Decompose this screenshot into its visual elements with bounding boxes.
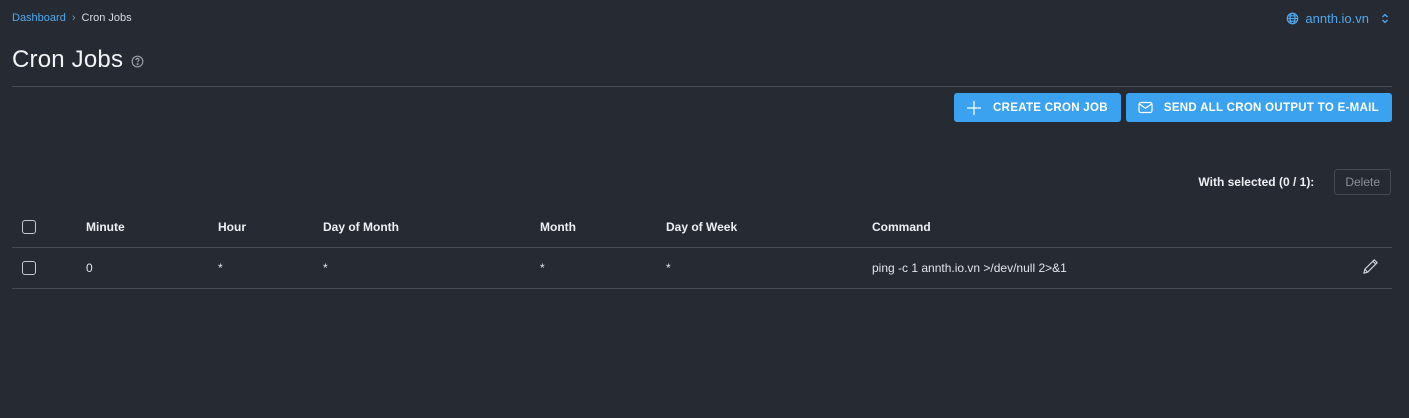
column-header-day-of-week[interactable]: Day of Week	[666, 207, 737, 247]
create-cron-job-button[interactable]: CREATE CRON JOB	[954, 93, 1121, 122]
action-buttons: CREATE CRON JOB SEND ALL CRON OUTPUT TO …	[954, 93, 1392, 122]
cell-day-of-month: *	[323, 261, 328, 275]
delete-button[interactable]: Delete	[1334, 169, 1391, 195]
row-select-cell	[22, 248, 36, 288]
edit-cron-job-button[interactable]	[1361, 248, 1380, 288]
select-all-checkbox[interactable]	[22, 220, 36, 234]
breadcrumb-dashboard-link[interactable]: Dashboard	[12, 12, 66, 24]
column-header-day-of-month[interactable]: Day of Month	[323, 207, 399, 247]
column-header-hour[interactable]: Hour	[218, 207, 246, 247]
send-cron-output-email-label: SEND ALL CRON OUTPUT TO E-MAIL	[1163, 101, 1379, 114]
page-title-wrap: Cron Jobs	[12, 46, 144, 74]
cron-jobs-table: Minute Hour Day of Month Month Day of We…	[12, 207, 1392, 289]
cell-minute: 0	[86, 261, 93, 275]
page-title: Cron Jobs	[12, 46, 124, 73]
cell-hour: *	[218, 261, 223, 275]
table-header-row: Minute Hour Day of Month Month Day of We…	[12, 207, 1392, 248]
with-selected-label: With selected (0 / 1):	[1198, 175, 1315, 189]
column-header-minute[interactable]: Minute	[86, 207, 125, 247]
envelope-icon	[1138, 101, 1153, 114]
pencil-icon	[1361, 257, 1380, 279]
bulk-actions: With selected (0 / 1): Delete	[1198, 169, 1391, 195]
breadcrumb-current: Cron Jobs	[81, 12, 132, 24]
breadcrumb: Dashboard › Cron Jobs	[12, 12, 132, 24]
cell-month: *	[540, 261, 545, 275]
help-circle-icon[interactable]	[131, 55, 144, 68]
globe-icon	[1286, 12, 1299, 25]
create-cron-job-label: CREATE CRON JOB	[993, 101, 1108, 114]
select-all-cell	[22, 207, 36, 247]
column-header-month[interactable]: Month	[540, 207, 576, 247]
cell-command: ping -c 1 annth.io.vn >/dev/null 2>&1	[872, 261, 1067, 275]
column-header-command[interactable]: Command	[872, 207, 931, 247]
domain-selector-value: annth.io.vn	[1305, 11, 1369, 26]
send-cron-output-email-button[interactable]: SEND ALL CRON OUTPUT TO E-MAIL	[1125, 93, 1392, 122]
domain-selector[interactable]: annth.io.vn	[1286, 11, 1389, 26]
plus-icon	[966, 100, 982, 116]
cron-jobs-page: Dashboard › Cron Jobs annth.io.vn Cron J…	[0, 0, 1409, 418]
table-row: 0 * * * * ping -c 1 annth.io.vn >/dev/nu…	[12, 248, 1392, 289]
chevron-up-down-icon	[1381, 13, 1389, 24]
row-select-checkbox[interactable]	[22, 261, 36, 275]
title-divider	[12, 86, 1392, 87]
cell-day-of-week: *	[666, 261, 671, 275]
breadcrumb-separator: ›	[71, 12, 76, 24]
